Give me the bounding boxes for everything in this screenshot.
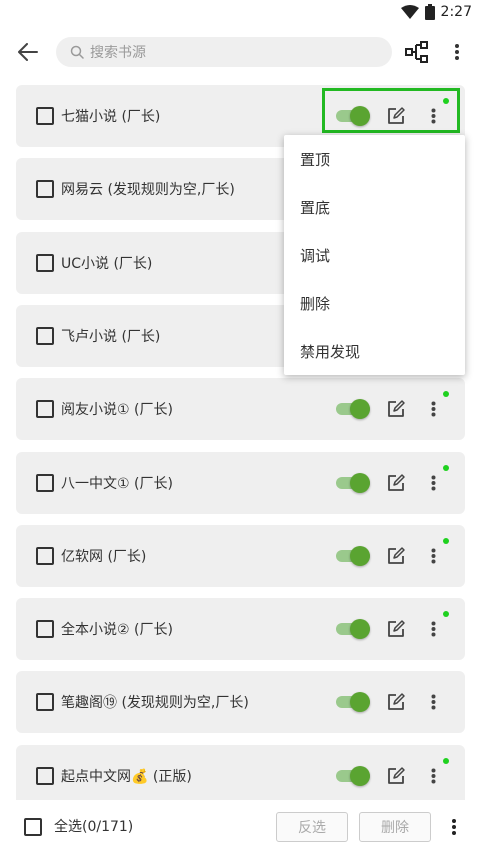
group-icon [405, 41, 428, 63]
toolbar: 搜索书源 [0, 24, 480, 80]
item-title: 起点中文网💰 (正版) [61, 769, 192, 785]
item-more-button[interactable] [426, 472, 440, 494]
bottom-bar: 全选(0/171) 反选 删除 [0, 800, 480, 853]
status-dot [443, 538, 449, 544]
more-vert-icon [452, 819, 456, 835]
more-vert-icon [431, 401, 435, 417]
item-more-button[interactable] [426, 765, 440, 787]
bottom-more-button[interactable] [446, 816, 462, 838]
battery-icon [424, 4, 435, 20]
item-checkbox[interactable] [36, 254, 54, 272]
invert-selection-button[interactable]: 反选 [276, 812, 348, 842]
edit-button[interactable] [386, 766, 406, 786]
wifi-icon [400, 5, 419, 19]
menu-item[interactable]: 置顶 [284, 135, 465, 183]
enable-switch[interactable] [336, 473, 370, 493]
popup-menu: 置顶 置底 调试 删除 禁用发现 [284, 135, 465, 375]
list-item[interactable]: 八一中文① (厂长) [16, 452, 465, 514]
item-title: 阅友小说① (厂长) [61, 402, 173, 418]
more-vert-icon [455, 44, 459, 60]
list-item[interactable]: 阅友小说① (厂长) [16, 378, 465, 440]
menu-item[interactable]: 删除 [284, 279, 465, 327]
status-dot [443, 465, 449, 471]
switch-thumb [350, 766, 370, 786]
status-bar: 2:27 [0, 0, 480, 24]
arrow-left-icon [18, 43, 38, 61]
status-dot [443, 611, 449, 617]
enable-switch[interactable] [336, 399, 370, 419]
switch-thumb [350, 546, 370, 566]
item-checkbox[interactable] [36, 474, 54, 492]
edit-button[interactable] [386, 619, 406, 639]
item-title: 飞卢小说 (厂长) [61, 329, 161, 345]
item-checkbox[interactable] [36, 547, 54, 565]
search-placeholder: 搜索书源 [90, 45, 146, 61]
item-more-button[interactable] [426, 691, 440, 713]
item-checkbox[interactable] [36, 767, 54, 785]
switch-thumb [350, 399, 370, 419]
more-vert-icon [431, 548, 435, 564]
item-title: 亿软网 (厂长) [61, 549, 147, 565]
more-vert-icon [431, 768, 435, 784]
list-item[interactable]: 全本小说② (厂长) [16, 598, 465, 660]
edit-icon [388, 767, 405, 784]
switch-thumb [350, 692, 370, 712]
edit-icon [388, 400, 405, 417]
highlight-box [322, 88, 460, 133]
item-more-button[interactable] [426, 398, 440, 420]
edit-button[interactable] [386, 399, 406, 419]
menu-item[interactable]: 禁用发现 [284, 327, 465, 375]
switch-thumb [350, 473, 370, 493]
enable-switch[interactable] [336, 692, 370, 712]
more-options-button[interactable] [442, 36, 472, 68]
edit-button[interactable] [386, 546, 406, 566]
edit-icon [388, 620, 405, 637]
enable-switch[interactable] [336, 546, 370, 566]
item-title: 全本小说② (厂长) [61, 622, 173, 638]
item-title: 网易云 (发现规则为空,厂长) [61, 182, 235, 198]
edit-button[interactable] [386, 473, 406, 493]
edit-button[interactable] [386, 692, 406, 712]
group-button[interactable] [402, 36, 432, 68]
delete-selected-button[interactable]: 删除 [359, 812, 431, 842]
item-title: 八一中文① (厂长) [61, 476, 173, 492]
more-vert-icon [431, 475, 435, 491]
item-title: 笔趣阁⑲ (发现规则为空,厂长) [61, 695, 249, 711]
status-time: 2:27 [440, 4, 472, 20]
item-title: UC小说 (厂长) [61, 256, 153, 272]
edit-icon [388, 547, 405, 564]
item-more-button[interactable] [426, 618, 440, 640]
menu-item[interactable]: 置底 [284, 183, 465, 231]
item-title: 七猫小说 (厂长) [61, 109, 161, 125]
search-icon [70, 45, 84, 59]
enable-switch[interactable] [336, 619, 370, 639]
search-input[interactable]: 搜索书源 [56, 37, 392, 67]
list-item[interactable]: 起点中文网💰 (正版) [16, 745, 465, 807]
item-checkbox[interactable] [36, 693, 54, 711]
status-dot [443, 391, 449, 397]
item-checkbox[interactable] [36, 180, 54, 198]
status-icons: 2:27 [400, 2, 472, 22]
more-vert-icon [431, 694, 435, 710]
back-button[interactable] [12, 36, 44, 68]
select-all-checkbox[interactable] [24, 818, 42, 836]
item-checkbox[interactable] [36, 327, 54, 345]
select-all-label[interactable]: 全选(0/171) [54, 816, 133, 836]
switch-thumb [350, 619, 370, 639]
list-item[interactable]: 亿软网 (厂长) [16, 525, 465, 587]
item-checkbox[interactable] [36, 107, 54, 125]
edit-icon [388, 474, 405, 491]
item-more-button[interactable] [426, 545, 440, 567]
item-checkbox[interactable] [36, 620, 54, 638]
edit-icon [388, 693, 405, 710]
menu-item[interactable]: 调试 [284, 231, 465, 279]
enable-switch[interactable] [336, 766, 370, 786]
more-vert-icon [431, 621, 435, 637]
status-dot [443, 758, 449, 764]
list-item[interactable]: 笔趣阁⑲ (发现规则为空,厂长) [16, 671, 465, 733]
item-checkbox[interactable] [36, 400, 54, 418]
